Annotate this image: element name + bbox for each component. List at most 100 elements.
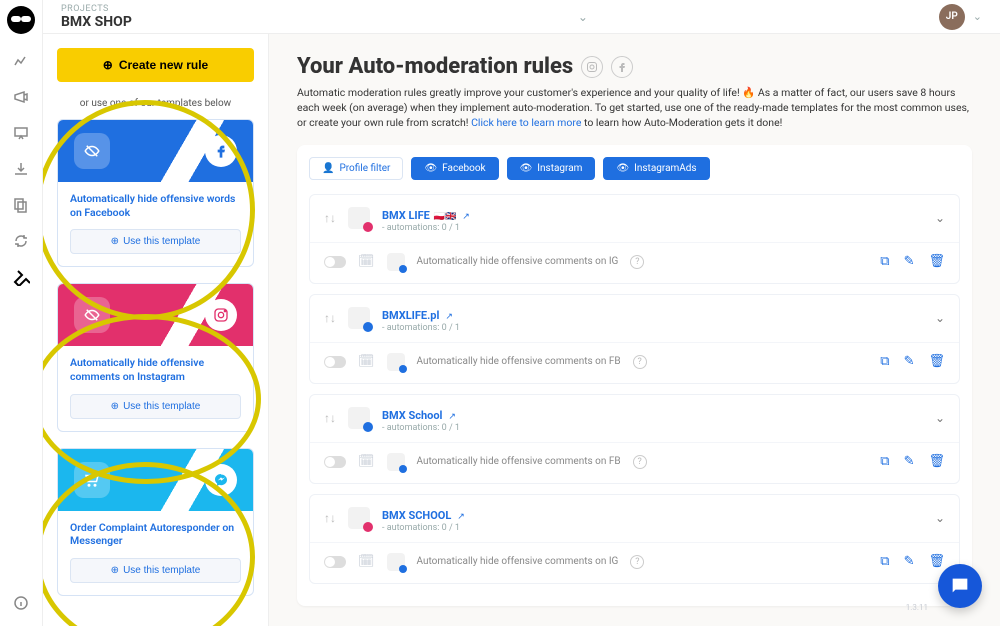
rule-group: ↑↓ BMX SCHOOL ↗ - automations: 0 / 1 ⌄ 🗓… [309,494,960,584]
filter-instagram[interactable]: 👁Instagram [507,157,596,180]
rule-toggle[interactable] [324,556,346,568]
edit-icon[interactable]: ✎ [904,354,915,369]
create-rule-button[interactable]: ⊕ Create new rule [57,48,254,82]
use-template-button[interactable]: ⊕Use this template [70,229,241,254]
rule-group-header[interactable]: ↑↓ BMX School ↗ - automations: 0 / 1 ⌄ [310,395,959,442]
edit-icon[interactable]: ✎ [904,454,915,469]
breadcrumb-label: PROJECTS [61,4,138,14]
external-link-icon[interactable]: ↗ [448,412,456,422]
chevron-down-icon[interactable]: ⌄ [935,511,945,525]
nav-copy-icon[interactable] [12,196,30,214]
rule-toggle[interactable] [324,356,346,368]
eye-icon: 👁 [520,163,533,174]
sort-icon[interactable]: ↑↓ [324,211,336,225]
rule-group-name[interactable]: BMX School [382,409,442,422]
calendar-icon[interactable]: 🗓 [358,454,375,469]
rule-group: ↑↓ BMX School ↗ - automations: 0 / 1 ⌄ 🗓… [309,394,960,484]
help-icon[interactable]: ? [630,555,644,569]
rule-group-name[interactable]: BMX LIFE [382,209,430,222]
plus-circle-icon: ⊕ [111,565,119,576]
user-avatar[interactable]: JP [939,4,965,30]
rule-group-name[interactable]: BMXLIFE.pl [382,309,439,322]
rule-row: 🗓 Automatically hide offensive comments … [310,542,959,583]
rule-row: 🗓 Automatically hide offensive comments … [310,342,959,383]
topbar: PROJECTS BMX SHOP ⌄ JP ⌄ [43,0,1000,34]
template-card-messenger: Order Complaint Autoresponder on Messeng… [57,448,254,596]
rule-group-header[interactable]: ↑↓ BMX LIFE 🇵🇱🇬🇧 ↗ - automations: 0 / 1 … [310,195,959,242]
chevron-down-icon[interactable]: ⌄ [578,10,588,24]
calendar-icon[interactable]: 🗓 [358,554,375,569]
copy-icon[interactable]: ⧉ [880,554,889,569]
edit-icon[interactable]: ✎ [904,254,915,269]
nav-rail [0,0,43,626]
rule-group: ↑↓ BMXLIFE.pl ↗ - automations: 0 / 1 ⌄ 🗓… [309,294,960,384]
flags: 🇵🇱🇬🇧 [434,212,456,222]
rule-group-subtitle: - automations: 0 / 1 [382,423,460,433]
nav-presentation-icon[interactable] [12,124,30,142]
calendar-icon[interactable]: 🗓 [358,254,375,269]
filter-instagramads[interactable]: 👁InstagramAds [603,157,709,180]
filters-row: 👤Profile filter 👁Facebook 👁Instagram 👁In… [309,157,960,180]
nav-megaphone-icon[interactable] [12,88,30,106]
nav-info-icon[interactable] [12,594,30,612]
external-link-icon[interactable]: ↗ [445,312,453,322]
chevron-down-icon[interactable]: ⌄ [935,311,945,325]
instagram-icon [205,299,237,331]
app-logo [7,6,35,34]
help-icon[interactable]: ? [633,455,647,469]
rule-group-header[interactable]: ↑↓ BMXLIFE.pl ↗ - automations: 0 / 1 ⌄ [310,295,959,342]
template-title: Automatically hide offensive words on Fa… [70,192,241,219]
rule-toggle[interactable] [324,256,346,268]
eye-off-icon [74,133,110,169]
sort-icon[interactable]: ↑↓ [324,311,336,325]
plus-circle-icon: ⊕ [103,58,113,72]
facebook-icon [205,135,237,167]
rule-group-header[interactable]: ↑↓ BMX SCHOOL ↗ - automations: 0 / 1 ⌄ [310,495,959,542]
delete-icon[interactable]: 🗑 [928,554,945,569]
nav-analytics-icon[interactable] [12,52,30,70]
page-title: Your Auto-moderation rules [297,54,573,79]
copy-icon[interactable]: ⧉ [880,454,889,469]
chevron-down-icon[interactable]: ⌄ [935,211,945,225]
breadcrumb-title[interactable]: BMX SHOP [61,14,132,30]
sort-icon[interactable]: ↑↓ [324,411,336,425]
facebook-icon[interactable] [611,56,633,78]
rule-toggle[interactable] [324,456,346,468]
help-icon[interactable]: ? [630,255,644,269]
delete-icon[interactable]: 🗑 [928,454,945,469]
rule-text: Automatically hide offensive comments on… [417,256,619,267]
filter-facebook[interactable]: 👁Facebook [411,157,498,180]
intro-text: Automatic moderation rules greatly impro… [297,85,972,131]
nav-automod-icon[interactable] [12,268,30,286]
delete-icon[interactable]: 🗑 [928,354,945,369]
chat-fab[interactable] [938,564,982,608]
instagram-icon[interactable] [581,56,603,78]
rule-row: 🗓 Automatically hide offensive comments … [310,242,959,283]
sort-icon[interactable]: ↑↓ [324,511,336,525]
external-link-icon[interactable]: ↗ [457,512,465,522]
copy-icon[interactable]: ⧉ [880,354,889,369]
calendar-icon[interactable]: 🗓 [358,354,375,369]
rule-text: Automatically hide offensive comments on… [417,456,621,467]
delete-icon[interactable]: 🗑 [928,254,945,269]
chevron-down-icon[interactable]: ⌄ [973,10,982,23]
page-avatar-icon [387,553,405,571]
page-avatar-icon [387,453,405,471]
copy-icon[interactable]: ⧉ [880,254,889,269]
nav-refresh-icon[interactable] [12,232,30,250]
edit-icon[interactable]: ✎ [904,554,915,569]
learn-more-link[interactable]: Click here to learn more [471,116,581,129]
use-template-button[interactable]: ⊕Use this template [70,558,241,583]
rule-group-subtitle: - automations: 0 / 1 [382,323,460,333]
chevron-down-icon[interactable]: ⌄ [935,411,945,425]
help-icon[interactable]: ? [633,355,647,369]
profile-filter-button[interactable]: 👤Profile filter [309,157,403,180]
nav-download-icon[interactable] [12,160,30,178]
rule-text: Automatically hide offensive comments on… [417,556,619,567]
rule-group-name[interactable]: BMX SCHOOL [382,509,451,522]
eye-off-icon [74,297,110,333]
use-template-button[interactable]: ⊕Use this template [70,394,241,419]
external-link-icon[interactable]: ↗ [462,212,470,222]
rules-panel: 👤Profile filter 👁Facebook 👁Instagram 👁In… [297,145,972,606]
template-card-facebook: Automatically hide offensive words on Fa… [57,119,254,267]
